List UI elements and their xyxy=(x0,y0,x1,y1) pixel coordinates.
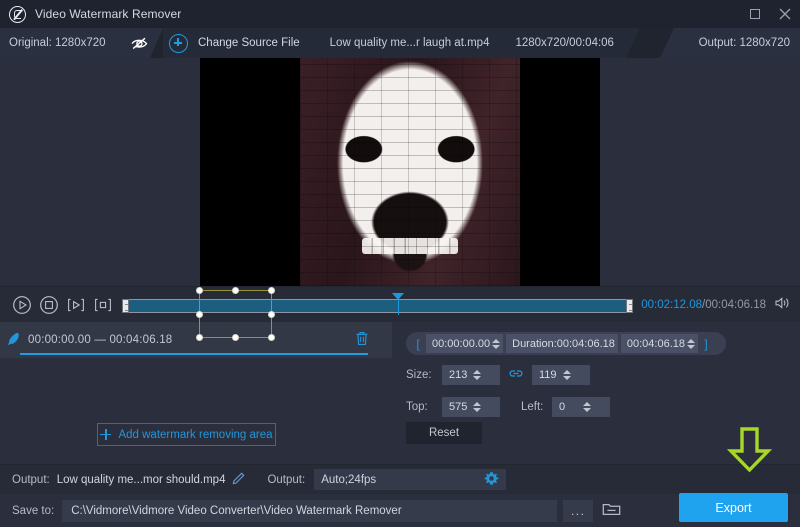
position-row: Top: 575 Left: 0 xyxy=(406,397,610,417)
trim-start-value: 00:00:00.00 xyxy=(432,338,490,350)
green-down-arrow-icon xyxy=(727,427,772,476)
save-bar: Save to: C:\Vidmore\Vidmore Video Conver… xyxy=(0,494,800,527)
output-format-value: Auto;24fps xyxy=(321,474,376,486)
top-label: Top: xyxy=(406,401,442,413)
change-source-label[interactable]: Change Source File xyxy=(198,37,300,49)
folder-icon[interactable] xyxy=(602,501,622,520)
mark-out-icon[interactable] xyxy=(89,291,116,318)
play-circle-icon[interactable] xyxy=(8,291,35,318)
resize-handle-bottom-left[interactable] xyxy=(196,334,203,341)
output-format-field[interactable]: Auto;24fps xyxy=(314,469,506,490)
size-row: Size: 213 119 xyxy=(406,365,590,385)
current-time: 00:02:12.08 xyxy=(641,299,702,311)
size-height-stepper[interactable] xyxy=(563,368,587,382)
change-source-chip[interactable]: Change Source File Low quality me...r la… xyxy=(163,28,640,58)
left-stepper[interactable] xyxy=(583,400,607,414)
dog-teeth xyxy=(362,238,459,254)
reset-button[interactable]: Reset xyxy=(406,422,482,444)
watermark-area-progress xyxy=(20,353,368,355)
bracket-close: ] xyxy=(698,337,714,351)
playback-bar: 00:02:12.08/00:04:06.18 xyxy=(0,286,800,322)
watermark-area-panel: 00:00:00.00 — 00:04:06.18 Add watermark … xyxy=(0,322,392,472)
trim-duration-field: Duration:00:04:06.18 xyxy=(506,334,618,353)
app-title: Video Watermark Remover xyxy=(35,7,181,21)
plus-icon xyxy=(100,429,111,440)
add-watermark-area-button[interactable]: Add watermark removing area xyxy=(97,423,276,446)
watermark-area-item[interactable]: 00:00:00.00 — 00:04:06.18 xyxy=(0,322,392,358)
trim-start-stepper[interactable] xyxy=(492,337,500,351)
resize-handle-top-right[interactable] xyxy=(268,287,275,294)
top-field[interactable]: 575 xyxy=(442,397,500,417)
resize-handle-bottom-center[interactable] xyxy=(232,334,239,341)
left-label: Left: xyxy=(521,401,552,413)
trash-icon[interactable] xyxy=(355,331,370,349)
export-button[interactable]: Export xyxy=(679,493,788,522)
source-toolbar: Original: 1280x720 Change Source File Lo… xyxy=(0,28,800,58)
trim-end-value: 00:04:06.18 xyxy=(627,338,685,350)
output-format-label: Output: xyxy=(267,474,305,486)
output-file-name: Low quality me...mor should.mp4 xyxy=(57,474,226,486)
pencil-icon[interactable] xyxy=(232,472,245,488)
video-frame[interactable] xyxy=(200,58,600,286)
resize-handle-top-center[interactable] xyxy=(232,287,239,294)
trim-end-stepper[interactable] xyxy=(687,337,695,351)
size-width-value: 213 xyxy=(449,369,473,381)
stop-circle-icon[interactable] xyxy=(35,291,62,318)
source-file-meta: 1280x720/00:04:06 xyxy=(515,37,613,49)
window-controls xyxy=(740,0,800,28)
size-height-field[interactable]: 119 xyxy=(532,365,590,385)
source-file-name: Low quality me...r laugh at.mp4 xyxy=(330,37,490,49)
output-info-chip: Output: 1280x720 xyxy=(660,28,800,58)
watermark-area-time-range: 00:00:00.00 — 00:04:06.18 xyxy=(28,334,172,346)
trim-start-field[interactable]: 00:00:00.00 xyxy=(426,334,503,353)
left-value: 0 xyxy=(559,401,583,413)
magic-wand-icon xyxy=(6,331,22,349)
video-still-image xyxy=(300,58,520,286)
resize-handle-bottom-right[interactable] xyxy=(268,334,275,341)
output-bar: Output: Low quality me...mor should.mp4 … xyxy=(0,464,800,494)
size-width-stepper[interactable] xyxy=(473,368,497,382)
total-time: 00:04:06.18 xyxy=(705,299,766,311)
resize-handle-middle-left[interactable] xyxy=(196,311,203,318)
save-path-field[interactable]: C:\Vidmore\Vidmore Video Converter\Video… xyxy=(62,500,557,522)
eye-off-icon[interactable] xyxy=(130,35,149,51)
browse-button[interactable]: ... xyxy=(563,500,593,522)
output-resolution-label: Output: 1280x720 xyxy=(699,37,790,49)
plus-circle-icon[interactable] xyxy=(169,34,188,53)
top-value: 575 xyxy=(449,401,473,413)
trim-end-field[interactable]: 00:04:06.18 xyxy=(621,334,698,353)
timeline-trim-handle-left[interactable] xyxy=(122,299,129,313)
save-to-label: Save to: xyxy=(12,505,54,517)
size-label: Size: xyxy=(406,369,442,381)
left-field[interactable]: 0 xyxy=(552,397,610,417)
output-name-label: Output: xyxy=(12,474,50,486)
gear-icon[interactable] xyxy=(484,471,499,489)
resize-handle-top-left[interactable] xyxy=(196,287,203,294)
top-stepper[interactable] xyxy=(473,400,497,414)
video-preview-area[interactable] xyxy=(0,58,800,286)
trim-duration-value: Duration:00:04:06.18 xyxy=(512,338,615,350)
size-height-value: 119 xyxy=(539,369,563,381)
volume-icon[interactable] xyxy=(774,296,792,313)
close-icon[interactable] xyxy=(770,0,800,28)
bracket-open: [ xyxy=(410,337,426,351)
lower-panels: 00:00:00.00 — 00:04:06.18 Add watermark … xyxy=(0,322,800,472)
add-watermark-area-label: Add watermark removing area xyxy=(118,429,272,441)
mark-in-icon[interactable] xyxy=(62,291,89,318)
title-bar: Video Watermark Remover xyxy=(0,0,800,28)
resize-handle-middle-right[interactable] xyxy=(268,311,275,318)
original-info-chip: Original: 1280x720 xyxy=(0,28,163,58)
time-display: 00:02:12.08/00:04:06.18 xyxy=(641,299,766,311)
watermark-selection-box[interactable] xyxy=(199,290,272,338)
original-resolution-label: Original: 1280x720 xyxy=(9,37,106,49)
size-width-field[interactable]: 213 xyxy=(442,365,500,385)
watermark-logo-icon xyxy=(9,6,26,23)
trim-range-row: [ 00:00:00.00 Duration:00:04:06.18 00:04… xyxy=(406,332,726,355)
link-icon[interactable] xyxy=(509,368,523,382)
timeline-trim-handle-right[interactable] xyxy=(626,299,633,313)
maximize-icon[interactable] xyxy=(740,0,770,28)
